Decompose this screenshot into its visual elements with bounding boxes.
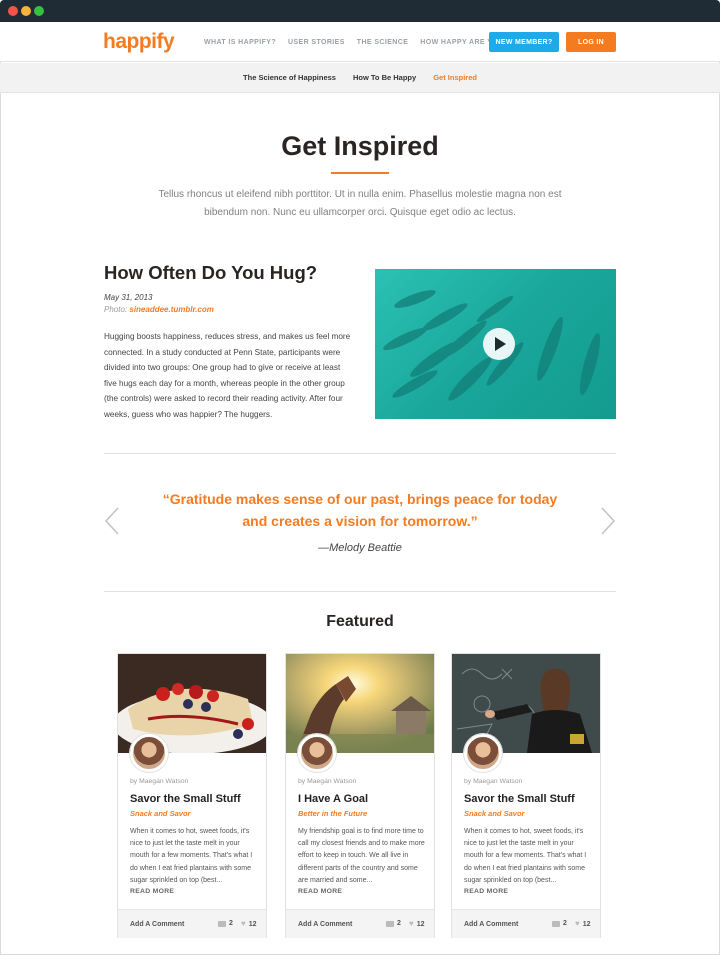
nav-user-stories[interactable]: USER STORIES — [288, 39, 345, 46]
quote-author: —Melody Beattie — [318, 542, 402, 554]
page-title: Get Inspired — [281, 131, 439, 161]
like-count-value: 12 — [582, 920, 591, 928]
nav-the-science[interactable]: THE SCIENCE — [357, 39, 408, 46]
like-count[interactable]: ♥ 12 — [575, 920, 591, 928]
comment-icon — [552, 920, 560, 927]
card-footer: Add A Comment 2 ♥ 12 — [452, 909, 600, 938]
like-count[interactable]: ♥ 12 — [241, 920, 257, 928]
featured-heading: Featured — [326, 613, 394, 630]
new-member-button[interactable]: NEW MEMBER? — [489, 32, 559, 52]
card-footer: Add A Comment 2 ♥ 12 — [118, 909, 266, 938]
article-body: Hugging boosts happiness, reduces stress… — [104, 332, 351, 419]
subnav-get-inspired[interactable]: Get Inspired — [433, 73, 477, 82]
minimize-window-button[interactable] — [21, 6, 31, 16]
title-underline — [331, 172, 389, 174]
browser-titlebar — [0, 0, 720, 22]
card-title[interactable]: I Have A Goal — [298, 793, 368, 805]
read-more-link[interactable]: READ MORE — [464, 888, 508, 895]
close-window-button[interactable] — [8, 6, 18, 16]
heart-icon: ♥ — [409, 919, 414, 928]
page-intro: Tellus rhoncus ut eleifend nibh porttito… — [158, 189, 562, 218]
comment-count-value: 2 — [397, 920, 401, 927]
card-excerpt: When it comes to hot, sweet foods, it's … — [130, 828, 253, 884]
featured-card[interactable]: by Maegan Watson I Have A Goal Better in… — [285, 653, 435, 938]
card-author: by Maegan Watson — [464, 778, 523, 785]
play-icon[interactable] — [483, 328, 515, 360]
article-date: May 31, 2013 — [104, 293, 153, 302]
comment-count-value: 2 — [563, 920, 567, 927]
article-photo-credit: Photo: sineaddee.tumblr.com — [104, 305, 214, 314]
heart-icon: ♥ — [575, 919, 580, 928]
comment-count[interactable]: 2 — [218, 920, 233, 927]
heart-icon: ♥ — [241, 919, 246, 928]
subnav-science-of-happiness[interactable]: The Science of Happiness — [243, 73, 336, 82]
comment-count[interactable]: 2 — [386, 920, 401, 927]
add-comment-link[interactable]: Add A Comment — [298, 921, 352, 928]
comment-icon — [386, 920, 394, 927]
featured-card[interactable]: by Maegan Watson Savor the Small Stuff S… — [117, 653, 267, 938]
author-avatar[interactable] — [464, 734, 502, 772]
card-title[interactable]: Savor the Small Stuff — [130, 793, 241, 805]
login-button[interactable]: LOG IN — [566, 32, 616, 52]
card-excerpt: My friendship goal is to find more time … — [298, 828, 425, 884]
happify-logo[interactable]: happify — [103, 30, 175, 54]
quote-text: “Gratitude makes sense of our past, brin… — [162, 491, 558, 529]
zoom-window-button[interactable] — [34, 6, 44, 16]
comment-icon — [218, 920, 226, 927]
divider — [104, 591, 616, 592]
photo-label: Photo: — [104, 305, 128, 314]
divider — [104, 453, 616, 454]
card-footer: Add A Comment 2 ♥ 12 — [286, 909, 434, 938]
like-count[interactable]: ♥ 12 — [409, 920, 425, 928]
sub-nav: The Science of Happiness How To Be Happy… — [0, 63, 720, 93]
chevron-right-icon[interactable] — [599, 506, 617, 536]
comment-count-value: 2 — [229, 920, 233, 927]
author-avatar[interactable] — [130, 734, 168, 772]
main-nav: WHAT IS HAPPIFY? USER STORIES THE SCIENC… — [204, 39, 508, 46]
read-more-link[interactable]: READ MORE — [130, 888, 174, 895]
card-author: by Maegan Watson — [130, 778, 189, 785]
article-video[interactable] — [375, 269, 616, 419]
photo-credit-link[interactable]: sineaddee.tumblr.com — [129, 305, 213, 314]
read-more-link[interactable]: READ MORE — [298, 888, 342, 895]
card-category[interactable]: Better in the Future — [298, 809, 367, 818]
card-category[interactable]: Snack and Savor — [130, 809, 190, 818]
card-author: by Maegan Watson — [298, 778, 357, 785]
card-title[interactable]: Savor the Small Stuff — [464, 793, 575, 805]
card-excerpt: When it comes to hot, sweet foods, it's … — [464, 828, 587, 884]
add-comment-link[interactable]: Add A Comment — [464, 921, 518, 928]
like-count-value: 12 — [248, 920, 257, 928]
nav-what-is-happify[interactable]: WHAT IS HAPPIFY? — [204, 39, 276, 46]
subnav-how-to-be-happy[interactable]: How To Be Happy — [353, 73, 416, 82]
author-avatar[interactable] — [298, 734, 336, 772]
comment-count[interactable]: 2 — [552, 920, 567, 927]
chevron-left-icon[interactable] — [103, 506, 121, 536]
site-header: happify WHAT IS HAPPIFY? USER STORIES TH… — [0, 22, 720, 62]
add-comment-link[interactable]: Add A Comment — [130, 921, 184, 928]
featured-card[interactable]: by Maegan Watson Savor the Small Stuff S… — [451, 653, 601, 938]
article-title[interactable]: How Often Do You Hug? — [104, 262, 317, 284]
like-count-value: 12 — [416, 920, 425, 928]
card-category[interactable]: Snack and Savor — [464, 809, 524, 818]
